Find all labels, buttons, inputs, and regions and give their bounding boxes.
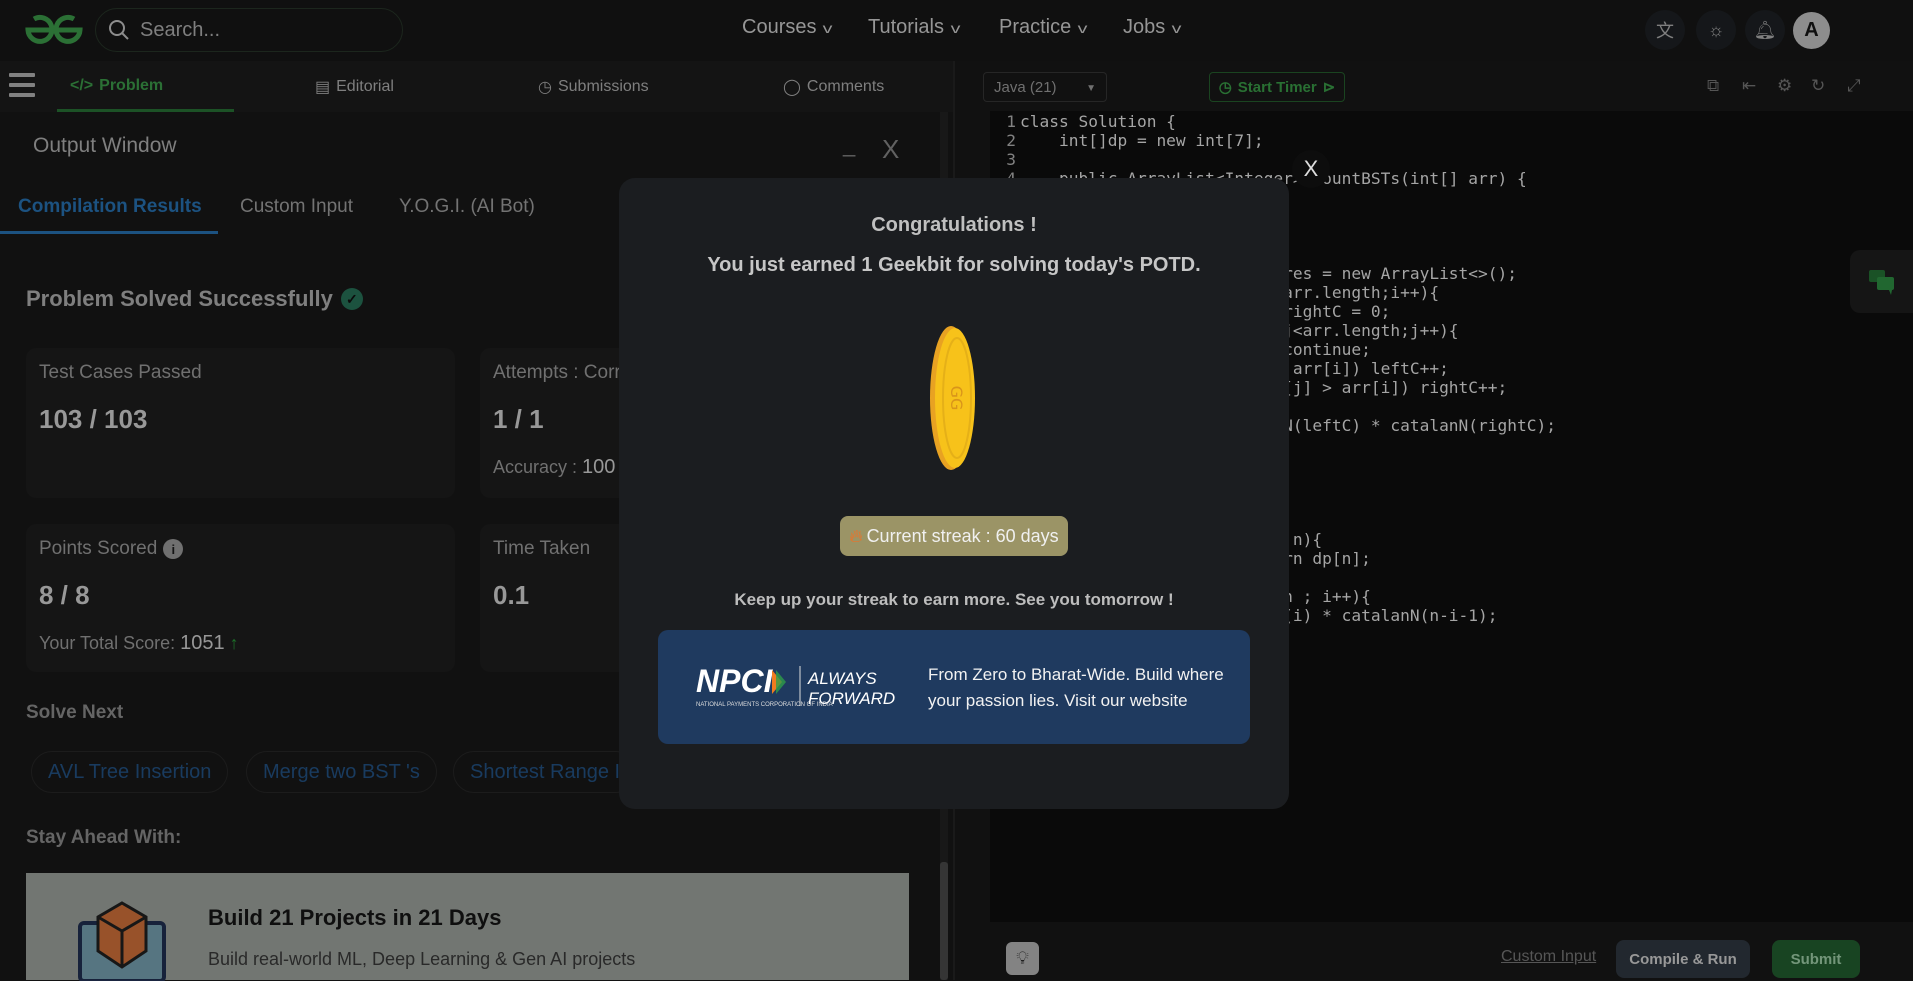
svg-text:FORWARD: FORWARD <box>808 689 895 708</box>
modal-footer-text: Keep up your streak to earn more. See yo… <box>734 590 1174 609</box>
fire-icon: 🔥︎ <box>849 525 863 546</box>
svg-text:NPCI: NPCI <box>696 663 774 699</box>
modal-title: Congratulations ! <box>871 214 1037 236</box>
potd-congrats-modal: Congratulations ! You just earned 1 Geek… <box>619 178 1289 809</box>
streak-badge: 🔥︎ Current streak : 60 days <box>840 516 1068 556</box>
modal-message: You just earned 1 Geekbit for solving to… <box>707 254 1201 276</box>
svg-text:GG: GG <box>947 386 966 411</box>
streak-text: Current streak : 60 days <box>866 525 1059 546</box>
svg-text:ALWAYS: ALWAYS <box>807 669 877 688</box>
close-modal-button[interactable]: X <box>1292 150 1330 188</box>
npci-logo: NPCI NATIONAL PAYMENTS CORPORATION OF IN… <box>696 663 895 708</box>
geekbit-coin-icon: GG <box>930 326 975 470</box>
npci-ad-banner[interactable]: NPCI NATIONAL PAYMENTS CORPORATION OF IN… <box>658 630 1250 744</box>
ad-text: From Zero to Bharat-Wide. Build where yo… <box>928 665 1224 710</box>
